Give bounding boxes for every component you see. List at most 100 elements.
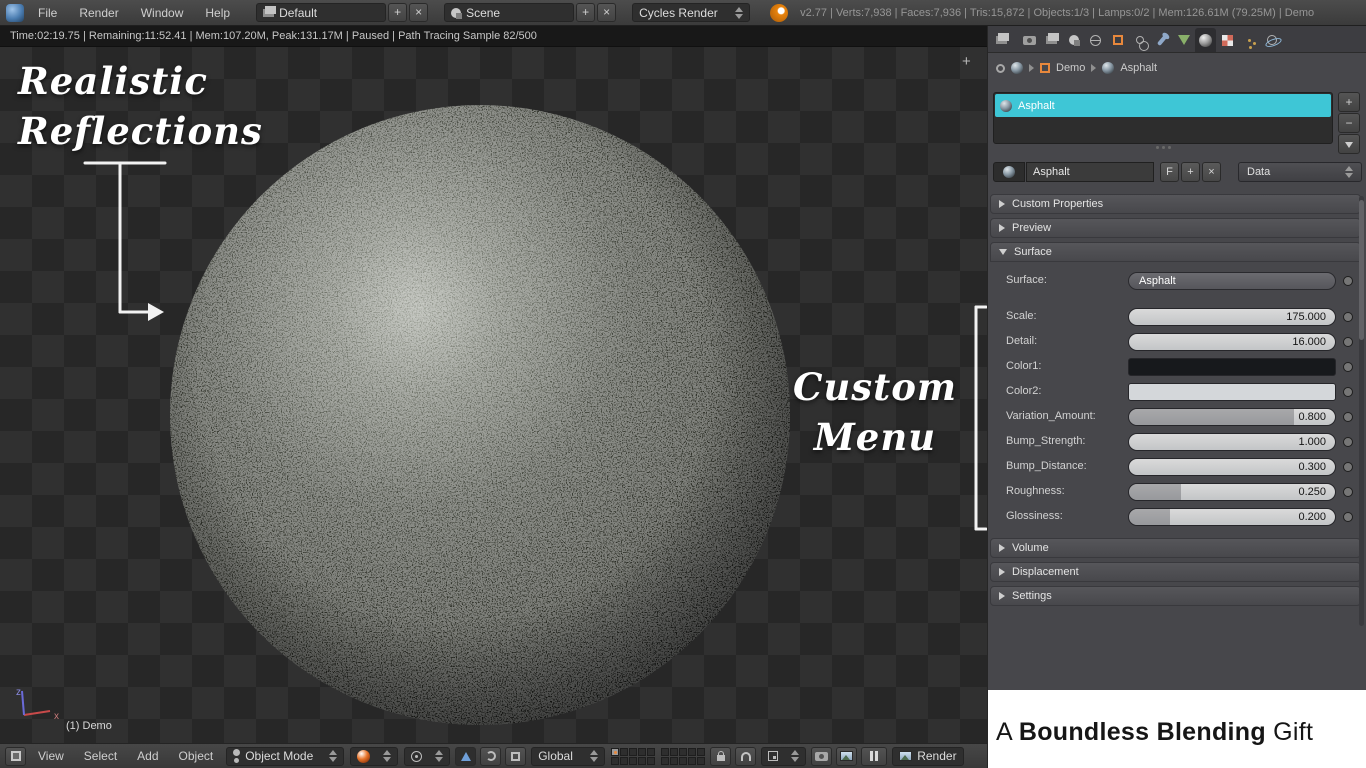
roughness-slider[interactable]: 0.250: [1128, 483, 1336, 501]
tab-material[interactable]: [1195, 28, 1216, 52]
transform-orientation-dropdown[interactable]: Global: [531, 746, 606, 766]
menu-file[interactable]: File: [28, 3, 67, 23]
tab-object-data[interactable]: [1173, 28, 1194, 52]
tab-texture[interactable]: [1217, 28, 1238, 52]
material-specials-menu-button[interactable]: [1338, 134, 1360, 154]
properties-scrollbar[interactable]: [1359, 196, 1364, 626]
layer-cell[interactable]: [697, 756, 706, 765]
editor-type-properties-button[interactable]: [991, 28, 1012, 52]
menu-add[interactable]: Add: [128, 749, 167, 763]
scene-field[interactable]: Scene: [444, 3, 575, 22]
manipulator-rotate-button[interactable]: [480, 746, 502, 766]
link-data-dropdown[interactable]: Data: [1238, 162, 1362, 182]
pivot-point-dropdown[interactable]: [404, 746, 451, 766]
color2-swatch[interactable]: [1128, 383, 1336, 401]
bump-distance-slider[interactable]: 0.300: [1128, 458, 1336, 476]
remove-material-slot-button[interactable]: −: [1338, 113, 1360, 133]
surface-shader-menu[interactable]: Asphalt: [1128, 272, 1336, 290]
screen-layout-field[interactable]: Default: [256, 3, 387, 22]
scale-slider[interactable]: 175.000: [1128, 308, 1336, 326]
layer-cell[interactable]: [620, 756, 629, 765]
menu-object[interactable]: Object: [170, 749, 223, 763]
glossiness-slider[interactable]: 0.200: [1128, 508, 1336, 526]
add-material-slot-button[interactable]: +: [1338, 92, 1360, 112]
layer-cell[interactable]: [688, 756, 697, 765]
layer-cell[interactable]: [661, 747, 670, 756]
panel-displacement[interactable]: Displacement: [990, 562, 1361, 582]
layer-cell[interactable]: [661, 756, 670, 765]
lock-to-scene-button[interactable]: [710, 746, 732, 766]
layer-cell[interactable]: [638, 756, 647, 765]
layer-cell[interactable]: [620, 747, 629, 756]
editor-type-selector-icon[interactable]: [6, 3, 24, 22]
layer-cell[interactable]: [611, 756, 620, 765]
menu-window[interactable]: Window: [131, 3, 194, 23]
render-engine-dropdown[interactable]: Cycles Render: [632, 3, 751, 22]
manipulator-translate-button[interactable]: [455, 746, 477, 766]
menu-select[interactable]: Select: [75, 749, 126, 763]
snap-element-dropdown[interactable]: [761, 746, 807, 766]
render-button[interactable]: Render: [892, 746, 964, 766]
layer-cell[interactable]: [629, 756, 638, 765]
panel-custom-properties[interactable]: Custom Properties: [990, 194, 1361, 214]
list-resize-grip[interactable]: [1148, 146, 1178, 152]
layer-cell[interactable]: [670, 747, 679, 756]
pin-icon[interactable]: [996, 63, 1005, 73]
manipulator-scale-button[interactable]: [505, 746, 527, 766]
viewport-shading-dropdown[interactable]: [350, 746, 399, 766]
material-slot-selected[interactable]: Asphalt: [995, 94, 1331, 117]
layer-cell[interactable]: [679, 747, 688, 756]
layer-cell[interactable]: [629, 747, 638, 756]
layer-cell[interactable]: [670, 756, 679, 765]
panel-preview[interactable]: Preview: [990, 218, 1361, 238]
panel-settings[interactable]: Settings: [990, 586, 1361, 606]
material-name-field[interactable]: Asphalt: [1026, 162, 1154, 182]
tab-render-layers[interactable]: [1041, 28, 1062, 52]
layer-cell[interactable]: [647, 747, 656, 756]
layer-cell[interactable]: [688, 747, 697, 756]
unlink-material-button[interactable]: ×: [1202, 162, 1221, 182]
viewport-3d[interactable]: Realistic Reflections Custom Menu + x z …: [0, 47, 987, 743]
editor-type-3dview-button[interactable]: [5, 746, 26, 766]
tab-world[interactable]: [1085, 28, 1106, 52]
opengl-render-anim-button[interactable]: [836, 746, 858, 766]
close-layout-button[interactable]: ×: [409, 3, 429, 22]
layer-cell[interactable]: [647, 756, 656, 765]
tab-scene[interactable]: [1063, 28, 1084, 52]
add-layout-button[interactable]: +: [388, 3, 408, 22]
region-expand-icon[interactable]: +: [962, 53, 971, 70]
new-material-button[interactable]: +: [1181, 162, 1200, 182]
tab-modifiers[interactable]: [1151, 28, 1172, 52]
tab-constraints[interactable]: [1129, 28, 1150, 52]
variation-amount-slider[interactable]: 0.800: [1128, 408, 1336, 426]
layer-grid-1[interactable]: [611, 747, 656, 765]
detail-slider[interactable]: 16.000: [1128, 333, 1336, 351]
layer-cell[interactable]: [611, 747, 620, 756]
tab-physics[interactable]: [1261, 28, 1282, 52]
color1-swatch[interactable]: [1128, 358, 1336, 376]
close-scene-button[interactable]: ×: [597, 3, 617, 22]
layer-grid-2[interactable]: [661, 747, 706, 765]
material-slot-list[interactable]: Asphalt: [993, 92, 1333, 144]
menu-help[interactable]: Help: [195, 3, 240, 23]
panel-volume[interactable]: Volume: [990, 538, 1361, 558]
add-scene-button[interactable]: +: [576, 3, 596, 22]
bump-strength-slider[interactable]: 1.000: [1128, 433, 1336, 451]
breadcrumb-object[interactable]: Demo: [1056, 62, 1085, 74]
snap-toggle-button[interactable]: [735, 746, 757, 766]
fake-user-button[interactable]: F: [1160, 162, 1179, 182]
menu-render[interactable]: Render: [69, 3, 128, 23]
opengl-render-button[interactable]: [811, 746, 833, 766]
layer-cell[interactable]: [679, 756, 688, 765]
tab-particles[interactable]: [1239, 28, 1260, 52]
browse-material-button[interactable]: [993, 162, 1025, 182]
interaction-mode-dropdown[interactable]: Object Mode: [226, 746, 345, 766]
pause-render-button[interactable]: [861, 746, 888, 766]
breadcrumb-material[interactable]: Asphalt: [1120, 62, 1157, 74]
tab-object[interactable]: [1107, 28, 1128, 52]
tab-render[interactable]: [1019, 28, 1040, 52]
layer-cell[interactable]: [638, 747, 647, 756]
layer-cell[interactable]: [697, 747, 706, 756]
panel-surface[interactable]: Surface: [990, 242, 1361, 262]
menu-view[interactable]: View: [29, 749, 73, 763]
